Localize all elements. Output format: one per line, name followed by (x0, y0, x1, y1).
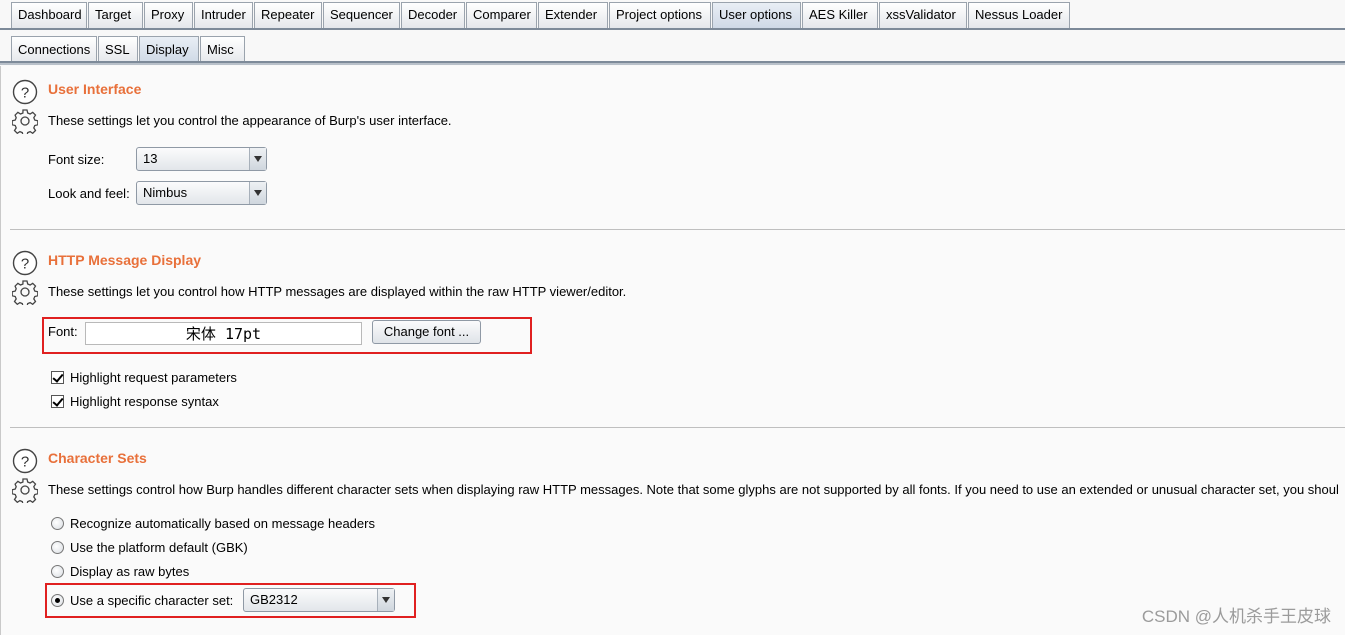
svg-text:?: ? (21, 454, 29, 471)
tab-proxy[interactable]: Proxy (144, 2, 193, 28)
radio-label-specific-charset: Use a specific character set: (70, 593, 234, 608)
tab-xssvalidator[interactable]: xssValidator (879, 2, 967, 28)
chevron-down-icon (249, 182, 266, 204)
tab-nessus-loader[interactable]: Nessus Loader (968, 2, 1070, 28)
help-icon[interactable]: ? (12, 79, 38, 105)
look-and-feel-label: Look and feel: (48, 186, 130, 201)
http-message-display-description: These settings let you control how HTTP … (48, 284, 627, 299)
tab-repeater[interactable]: Repeater (254, 2, 322, 28)
chevron-down-icon (377, 589, 394, 611)
main-tab-bar: Dashboard Target Proxy Intruder Repeater… (0, 0, 1345, 30)
gear-icon[interactable] (12, 279, 38, 305)
tab-project-options[interactable]: Project options (609, 2, 711, 28)
tab-target[interactable]: Target (88, 2, 143, 28)
tab-dashboard[interactable]: Dashboard (11, 2, 87, 28)
character-sets-title: Character Sets (48, 450, 147, 466)
change-font-button[interactable]: Change font ... (372, 320, 481, 344)
charset-select[interactable]: GB2312 (243, 588, 395, 612)
gear-icon[interactable] (12, 477, 38, 503)
tab-comparer[interactable]: Comparer (466, 2, 537, 28)
font-size-select[interactable]: 13 (136, 147, 267, 171)
section-divider (10, 427, 1345, 428)
tab-decoder[interactable]: Decoder (401, 2, 465, 28)
highlight-response-label: Highlight response syntax (70, 394, 219, 409)
tab-connections[interactable]: Connections (11, 36, 97, 63)
gear-icon[interactable] (12, 108, 38, 134)
radio-label-raw-bytes: Display as raw bytes (70, 564, 190, 579)
tab-sequencer[interactable]: Sequencer (323, 2, 400, 28)
tab-intruder[interactable]: Intruder (194, 2, 253, 28)
radio-platform-default[interactable] (51, 541, 64, 554)
radio-label-platform-default: Use the platform default (GBK) (70, 540, 248, 555)
highlight-request-checkbox[interactable] (51, 371, 64, 384)
character-sets-description: These settings control how Burp handles … (48, 482, 1339, 497)
radio-recognize-automatically[interactable] (51, 517, 64, 530)
font-label: Font: (48, 324, 78, 339)
section-divider (10, 229, 1345, 230)
font-size-label: Font size: (48, 152, 105, 167)
main-tab-underline (0, 28, 1345, 30)
look-and-feel-value: Nimbus (143, 185, 188, 200)
watermark: CSDN @人机杀手王皮球 (1141, 607, 1331, 626)
tab-misc[interactable]: Misc (200, 36, 245, 63)
highlight-request-label: Highlight request parameters (70, 370, 237, 385)
user-interface-description: These settings let you control the appea… (48, 113, 452, 128)
svg-text:?: ? (21, 256, 29, 273)
radio-label-recognize-automatically: Recognize automatically based on message… (70, 516, 375, 531)
sub-tab-shadow (0, 63, 1345, 65)
svg-text:?: ? (21, 85, 29, 102)
help-icon[interactable]: ? (12, 448, 38, 474)
radio-raw-bytes[interactable] (51, 565, 64, 578)
sub-tab-bar: Connections SSL Display Misc (0, 33, 1345, 63)
http-message-display-title: HTTP Message Display (48, 252, 202, 268)
tab-display[interactable]: Display (139, 36, 199, 63)
user-interface-title: User Interface (48, 81, 142, 97)
chevron-down-icon (249, 148, 266, 170)
tab-ssl[interactable]: SSL (98, 36, 138, 63)
help-icon[interactable]: ? (12, 250, 38, 276)
highlight-response-checkbox[interactable] (51, 395, 64, 408)
look-and-feel-select[interactable]: Nimbus (136, 181, 267, 205)
font-size-value: 13 (143, 151, 158, 166)
tab-user-options[interactable]: User options (712, 2, 801, 28)
charset-value: GB2312 (250, 592, 298, 607)
font-display-field: 宋体 17pt (85, 322, 362, 345)
radio-specific-charset[interactable] (51, 594, 64, 607)
tab-extender[interactable]: Extender (538, 2, 608, 28)
tab-aes-killer[interactable]: AES Killer (802, 2, 878, 28)
